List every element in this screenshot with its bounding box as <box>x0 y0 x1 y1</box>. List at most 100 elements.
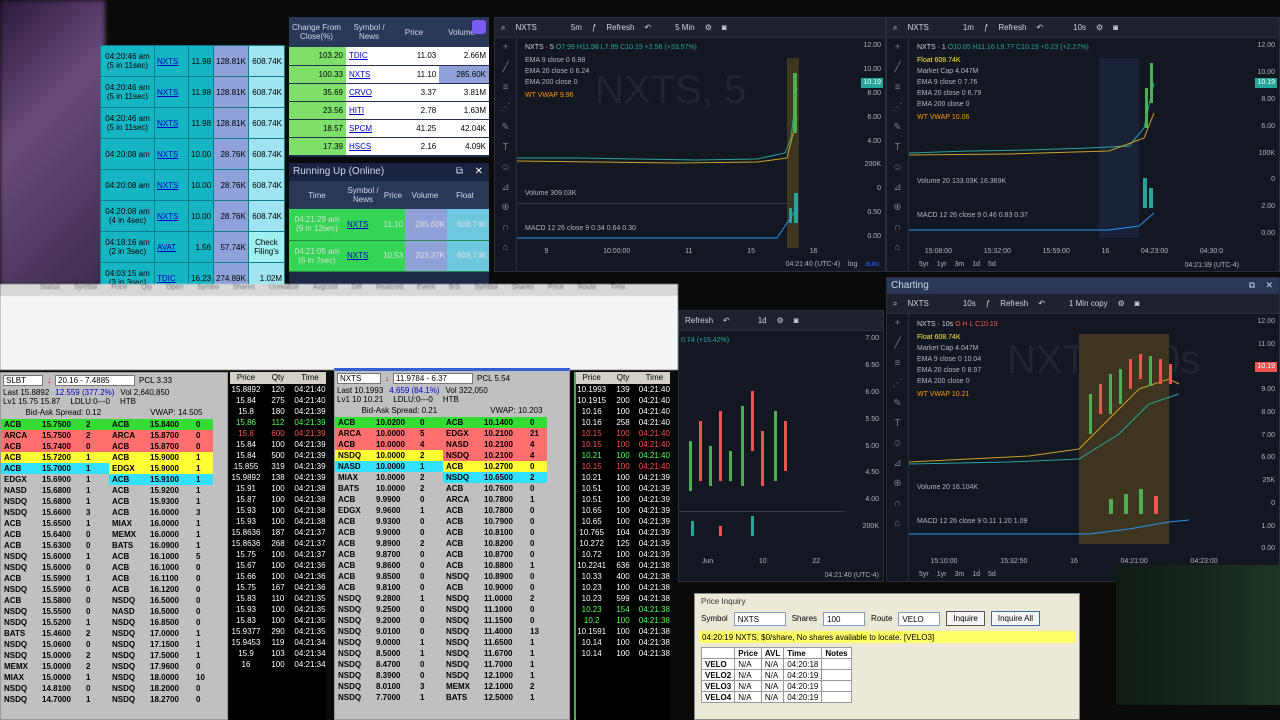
book-row[interactable]: NSDQ 15.0600 0 NSDQ 17.1500 1 <box>1 639 227 650</box>
book-row[interactable]: ACB 10.0000 4 NASD 10.2100 4 <box>335 439 569 450</box>
smile-icon[interactable]: ☺ <box>495 158 516 178</box>
book-row[interactable]: NSDQ 9.0000 1 NSDQ 11.6500 1 <box>335 637 569 648</box>
symbol-link[interactable]: HITI <box>345 101 398 120</box>
book-row[interactable]: ACB 9.8500 0 NSDQ 10.8900 0 <box>335 571 569 582</box>
symbol-link[interactable]: NXTS <box>154 107 189 139</box>
interval-select[interactable]: 5 Min <box>675 23 695 32</box>
result-row[interactable]: VELO N/A N/A 04:20:18 <box>700 658 852 670</box>
crosshair-icon[interactable]: + <box>495 38 516 58</box>
book-row[interactable]: NSDQ 14.8100 0 NSDQ 18.2000 0 <box>1 683 227 694</box>
timeframe-button[interactable]: 1d <box>758 316 767 325</box>
lock-icon[interactable]: ⌂ <box>495 238 516 258</box>
gainer-row[interactable]: 17.39 HSCS 2.16 4.09K <box>289 137 489 156</box>
book-row[interactable]: NSDQ 9.0100 0 NSDQ 11.4000 13 <box>335 626 569 637</box>
result-row[interactable]: VELO4 N/A N/A 04:20:19 <box>700 691 852 703</box>
symbol-select[interactable]: NXTS <box>733 611 786 626</box>
result-row[interactable]: VELO3 N/A N/A 04:20:19 <box>700 680 852 692</box>
smile-icon[interactable]: ☺ <box>887 434 908 454</box>
book-row[interactable]: NSDQ 14.7000 1 NSDQ 18.2700 0 <box>1 694 227 705</box>
book-row[interactable]: NSDQ 15.6000 1 ACB 16.1000 5 <box>1 551 227 562</box>
scanner-row[interactable]: 04:20:46 am (5 in 11sec) NXTS 11.98 128.81K 6… <box>100 107 285 139</box>
scanner-row[interactable]: 04:20:08 am NXTS 10.00 28.76K 608.74K <box>100 169 285 201</box>
scanner-row[interactable]: 04:18:16 am (2 in 3sec) AVAT 1.56 57.74K Chec… <box>100 231 285 263</box>
book-row[interactable]: ACB 9.9000 0 ACB 10.8100 0 <box>335 527 569 538</box>
book-row[interactable]: ACB 10.0200 0 ACB 10.1400 0 <box>335 417 569 428</box>
book-row[interactable]: NSDQ 7.7000 1 BATS 12.5000 1 <box>335 692 569 703</box>
crosshair-icon[interactable]: + <box>887 314 908 334</box>
settings-icon[interactable]: ⚙ <box>1118 299 1125 308</box>
book-row[interactable]: MIAX 15.0000 1 NSDQ 18.0000 10 <box>1 672 227 683</box>
gainer-row[interactable]: 18.57 SPCM 41.25 42.04K <box>289 119 489 138</box>
range-button[interactable]: 1yr <box>937 571 947 578</box>
zoom-icon[interactable]: ⊕ <box>887 198 908 218</box>
inquire-all-button[interactable]: Inquire All <box>990 611 1041 626</box>
magnet-icon[interactable]: ∩ <box>887 218 908 238</box>
smile-icon[interactable]: ☺ <box>887 158 908 178</box>
inquire-button[interactable]: Inquire <box>946 611 985 626</box>
symbol-link[interactable]: NXTS <box>154 76 189 108</box>
book-row[interactable]: NSDQ 9.2500 0 NSDQ 11.1000 0 <box>335 604 569 615</box>
book-row[interactable]: ACB 9.8700 0 ACB 10.8700 0 <box>335 549 569 560</box>
scanner-row[interactable]: 04:20:08 am NXTS 10.00 28.76K 608.74K <box>100 138 285 170</box>
book-row[interactable]: ACB 15.5900 1 ACB 16.1100 0 <box>1 573 227 584</box>
book-row[interactable]: NSDQ 9.2000 0 NSDQ 11.1500 0 <box>335 615 569 626</box>
book-row[interactable]: NSDQ 10.0000 2 NSDQ 10.2100 4 <box>335 450 569 461</box>
range-button[interactable]: 5yr <box>919 261 929 268</box>
running-row[interactable]: 04:21:05 am (6 in 7sec) NXTS 10.53 203.37K 60… <box>289 240 489 272</box>
symbol-search-icon[interactable]: ⌕ <box>501 23 505 33</box>
symbol-search-icon[interactable]: ⌕ <box>893 299 897 309</box>
lines-icon[interactable]: ≡ <box>887 78 908 98</box>
crosshair-icon[interactable]: + <box>887 38 908 58</box>
timeframe-button[interactable]: 5m <box>571 23 582 32</box>
range-button[interactable]: 3m <box>954 571 964 578</box>
lines-icon[interactable]: ≡ <box>495 78 516 98</box>
book-row[interactable]: ACB 9.8100 0 ACB 10.9000 0 <box>335 582 569 593</box>
book-row[interactable]: ACB 15.7400 0 ACB 15.8700 0 <box>1 441 227 452</box>
fib-icon[interactable]: ⋰ <box>887 98 908 118</box>
result-row[interactable]: VELO2 N/A N/A 04:20:19 <box>700 669 852 681</box>
magnet-icon[interactable]: ∩ <box>495 218 516 238</box>
book-row[interactable]: ACB 9.8600 0 ACB 10.8800 1 <box>335 560 569 571</box>
text-icon[interactable]: T <box>887 414 908 434</box>
symbol-link[interactable]: NXTS <box>154 200 189 232</box>
refresh-button[interactable]: Refresh <box>606 23 634 32</box>
book-row[interactable]: BATS 10.0000 2 ACB 10.7600 0 <box>335 483 569 494</box>
range-button[interactable]: 1yr <box>937 261 947 268</box>
symbol-link[interactable]: AVAT <box>154 231 189 263</box>
settings-icon[interactable]: ⚙ <box>705 23 712 32</box>
interval-select[interactable]: 10s <box>1073 23 1086 32</box>
settings-icon[interactable]: ⚙ <box>1096 23 1103 32</box>
book-row[interactable]: NSDQ 8.5000 1 NSDQ 11.6700 1 <box>335 648 569 659</box>
route-select[interactable]: VELO <box>898 611 941 626</box>
symbol-link[interactable]: NXTS <box>154 45 189 77</box>
camera-icon[interactable]: ◙ <box>1135 299 1140 308</box>
book-row[interactable]: NSDQ 15.5200 1 NSDQ 16.8500 0 <box>1 617 227 628</box>
text-icon[interactable]: T <box>887 138 908 158</box>
settings-icon[interactable]: ⚙ <box>777 316 784 325</box>
popout-icon[interactable]: ⧉ <box>456 166 463 177</box>
lock-icon[interactable]: ⌂ <box>887 514 908 534</box>
symbol-field[interactable]: NXTS <box>907 299 928 308</box>
camera-icon[interactable]: ◙ <box>1113 23 1118 32</box>
book-row[interactable]: MIAX 10.0000 2 NSDQ 10.6500 2 <box>335 472 569 483</box>
range-button[interactable]: 1d <box>972 571 980 578</box>
symbol-link[interactable]: NXTS <box>345 209 381 241</box>
trendline-icon[interactable]: ╱ <box>887 334 908 354</box>
running-row[interactable]: 04:21:29 am (9 in 12sec) NXTS 11.10 285.60K 6… <box>289 209 489 241</box>
book-row[interactable]: NSDQ 15.6800 1 ACB 15.9300 1 <box>1 496 227 507</box>
magnet-icon[interactable]: ∩ <box>887 494 908 514</box>
book-row[interactable]: ACB 15.6400 0 MEMX 16.0000 1 <box>1 529 227 540</box>
scanner-row[interactable]: 04:03:15 am (3 in 3sec) TDIC 16.23 274.89K 1.… <box>100 262 285 285</box>
refresh-button[interactable]: Refresh <box>685 316 713 325</box>
symbol-link[interactable]: NXTS <box>345 240 381 272</box>
scanner-row[interactable]: 04:20:08 am (4 in 4sec) NXTS 10.00 28.76K 608… <box>100 200 285 232</box>
symbol-link[interactable]: TDIC <box>154 262 189 285</box>
book-row[interactable]: NSDQ 15.0000 2 NSDQ 17.5000 1 <box>1 650 227 661</box>
book-row[interactable]: NSDQ 15.6000 0 ACB 16.1000 0 <box>1 562 227 573</box>
symbol-field[interactable]: NXTS <box>515 23 536 32</box>
camera-icon[interactable]: ◙ <box>722 23 727 32</box>
book-row[interactable]: NSDQ 15.6600 3 ACB 16.0000 3 <box>1 507 227 518</box>
book-row[interactable]: ARCA 10.0000 5 EDGX 10.2100 21 <box>335 428 569 439</box>
symbol-link[interactable]: CRVO <box>345 83 398 102</box>
range-button[interactable]: 1d <box>972 261 980 268</box>
